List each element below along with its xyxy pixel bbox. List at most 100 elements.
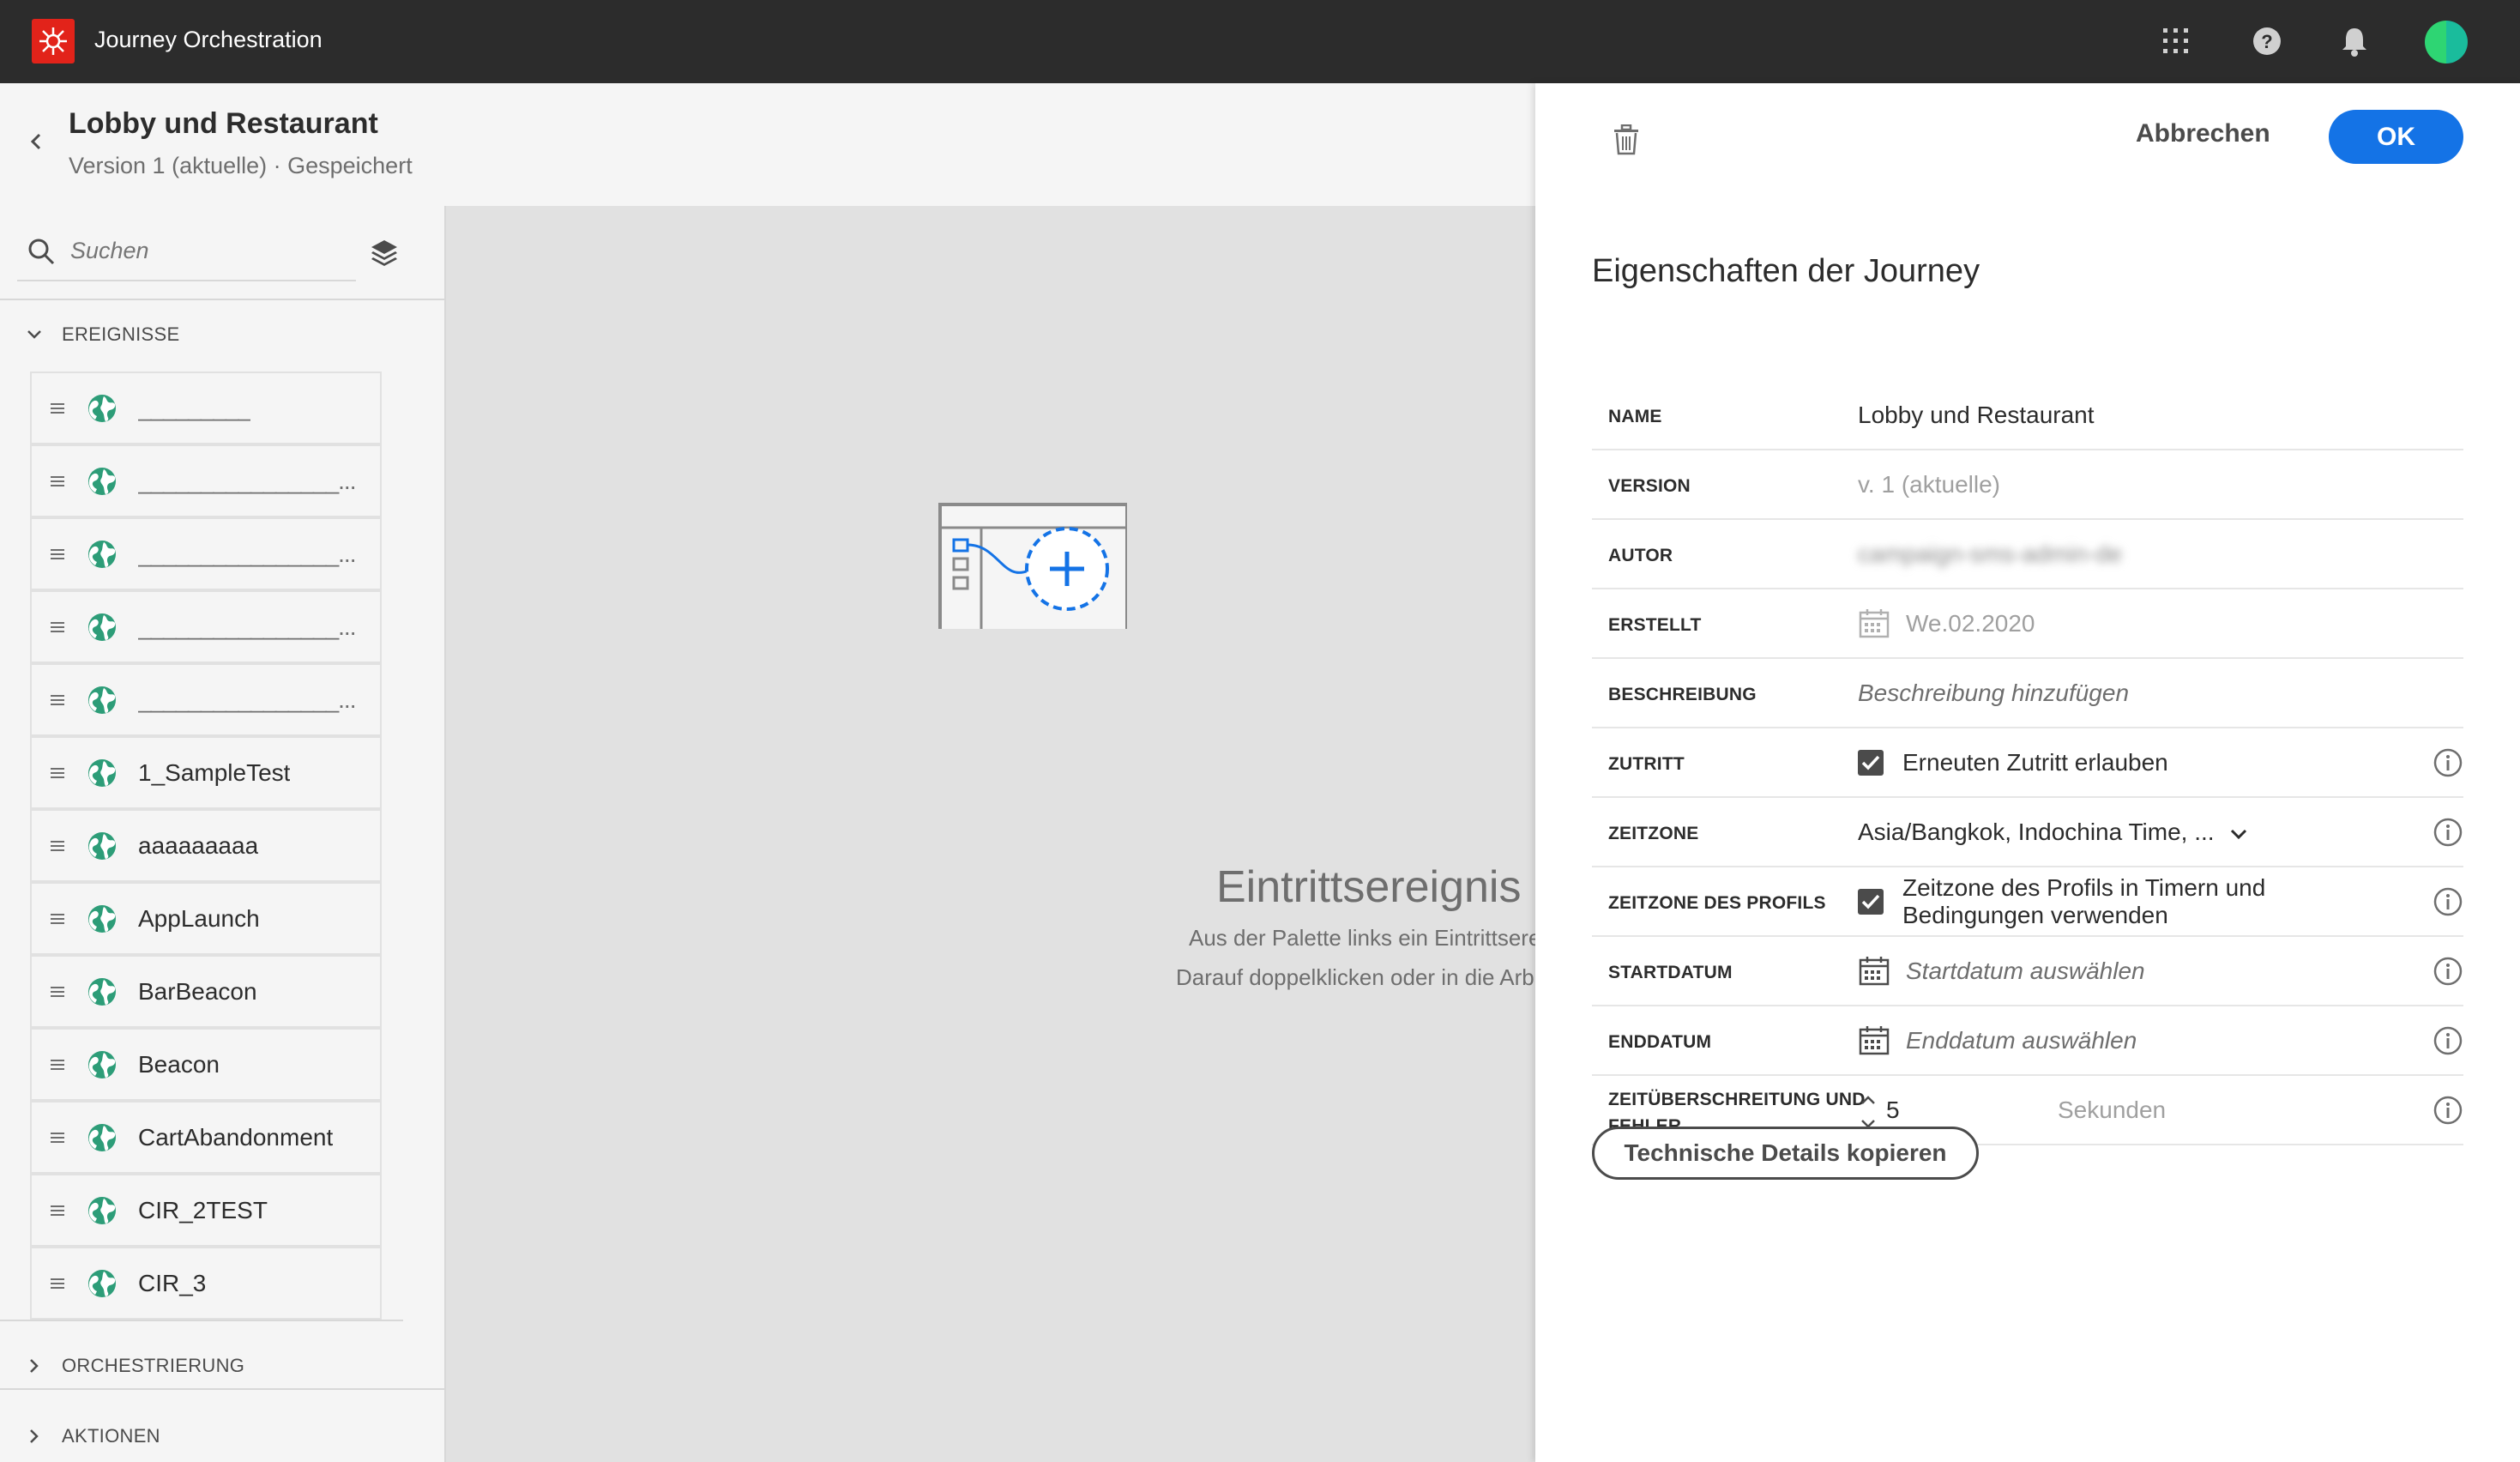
- copy-technical-details-button[interactable]: Technische Details kopieren: [1592, 1127, 1979, 1180]
- drag-handle-icon[interactable]: [51, 986, 64, 997]
- stepper-arrows-icon[interactable]: [1860, 1093, 1877, 1131]
- back-chevron-icon[interactable]: [26, 130, 48, 153]
- section-events-header[interactable]: EREIGNISSE: [26, 323, 179, 346]
- info-icon[interactable]: [2433, 956, 2463, 987]
- globe-icon: [88, 613, 116, 641]
- event-list-item[interactable]: CartAbandonment: [30, 1101, 382, 1174]
- info-icon[interactable]: [2433, 817, 2463, 848]
- start-date-field[interactable]: Startdatum auswählen: [1906, 958, 2145, 985]
- event-list-item[interactable]: ________________...: [30, 590, 382, 663]
- empty-canvas-illustration-icon: [938, 503, 1127, 629]
- event-list-item[interactable]: aaaaaaaaa: [30, 809, 382, 882]
- reentry-label: Erneuten Zutritt erlauben: [1902, 749, 2168, 776]
- cancel-button[interactable]: Abbrechen: [2136, 119, 2270, 148]
- palette-search-input[interactable]: [70, 233, 345, 268]
- event-label: BarBeacon: [138, 977, 257, 1005]
- event-list-item[interactable]: CIR_2TEST: [30, 1174, 382, 1247]
- drag-handle-icon[interactable]: [51, 1132, 64, 1143]
- section-events-label: EREIGNISSE: [62, 323, 180, 345]
- palette-divider: [0, 1320, 403, 1321]
- event-list-item[interactable]: BarBeacon: [30, 955, 382, 1028]
- property-label-line1: ZEITÜBERSCHREITUNG UND: [1608, 1090, 1866, 1109]
- drag-handle-icon[interactable]: [51, 1278, 64, 1289]
- notifications-bell-icon[interactable]: [2336, 23, 2372, 59]
- globe-icon: [88, 394, 116, 422]
- drag-handle-icon[interactable]: [51, 1205, 64, 1216]
- reentry-checkbox[interactable]: [1858, 750, 1884, 776]
- search-underline: [17, 280, 356, 281]
- globe-icon: [88, 758, 116, 787]
- drag-handle-icon[interactable]: [51, 767, 64, 778]
- apps-grid-icon[interactable]: [2158, 23, 2194, 59]
- drag-handle-icon[interactable]: [51, 694, 64, 705]
- palette-divider: [0, 1388, 446, 1390]
- drag-handle-icon[interactable]: [51, 475, 64, 486]
- drag-handle-icon[interactable]: [51, 1059, 64, 1070]
- panel-title: Eigenschaften der Journey: [1592, 253, 1980, 289]
- section-orchestration-header[interactable]: ORCHESTRIERUNG: [26, 1355, 244, 1377]
- chevron-right-icon: [30, 1359, 39, 1373]
- property-label: ZEITZONE DES PROFILS: [1608, 893, 1826, 913]
- author-value: campaign-sms-admin-de: [1858, 541, 2123, 567]
- timezone-select[interactable]: Asia/Bangkok, Indochina Time, ...: [1858, 819, 2215, 846]
- journey-title: Lobby und Restaurant: [69, 107, 378, 140]
- property-label: BESCHREIBUNG: [1608, 685, 1757, 704]
- globe-icon: [88, 904, 116, 933]
- event-list-item[interactable]: Beacon: [30, 1028, 382, 1101]
- chevron-down-icon[interactable]: [2228, 824, 2249, 844]
- journey-canvas[interactable]: [448, 206, 1535, 1462]
- canvas-empty-title: Eintrittsereignis: [1216, 862, 1522, 912]
- ok-button[interactable]: OK: [2329, 110, 2463, 164]
- globe-icon: [88, 1123, 116, 1151]
- event-label: ________________...: [138, 467, 356, 494]
- adobe-logo[interactable]: [32, 19, 75, 63]
- timeout-unit: Sekunden: [2058, 1096, 2167, 1123]
- help-icon[interactable]: ?: [2249, 23, 2285, 59]
- event-list-item[interactable]: AppLaunch: [30, 882, 382, 955]
- info-icon[interactable]: [2433, 886, 2463, 917]
- event-label: ________________...: [138, 540, 356, 567]
- timeout-value-input[interactable]: 5: [1886, 1096, 1900, 1124]
- event-list-item[interactable]: _________: [30, 372, 382, 444]
- canvas-empty-hint: Aus der Palette links ein Eintrittserei: [1189, 925, 1546, 951]
- calendar-icon[interactable]: [1858, 954, 1890, 987]
- property-row-end-date: ENDDATUM Enddatum auswählen: [1592, 1006, 2463, 1076]
- globe-icon: [88, 1050, 116, 1078]
- property-row-profile-timezone: ZEITZONE DES PROFILS Zeitzone des Profil…: [1592, 867, 2463, 937]
- profile-timezone-checkbox[interactable]: [1858, 889, 1884, 915]
- event-list-item[interactable]: ________________...: [30, 444, 382, 517]
- section-actions-header[interactable]: AKTIONEN: [26, 1425, 160, 1447]
- version-value: v. 1 (aktuelle): [1858, 471, 2000, 498]
- drag-handle-icon[interactable]: [51, 621, 64, 632]
- drag-handle-icon[interactable]: [51, 913, 64, 924]
- info-icon[interactable]: [2433, 1025, 2463, 1056]
- event-list-item[interactable]: CIR_3: [30, 1247, 382, 1320]
- globe-icon: [88, 686, 116, 714]
- event-label: CIR_2TEST: [138, 1196, 268, 1223]
- journey-header: Lobby und Restaurant Version 1 (aktuelle…: [0, 83, 1535, 206]
- chevron-down-icon: [27, 330, 41, 339]
- globe-icon: [88, 977, 116, 1006]
- drag-handle-icon[interactable]: [51, 548, 64, 559]
- drag-handle-icon[interactable]: [51, 402, 64, 414]
- calendar-icon[interactable]: [1858, 1024, 1890, 1056]
- description-field[interactable]: Beschreibung hinzufügen: [1858, 680, 2129, 707]
- end-date-field[interactable]: Enddatum auswählen: [1906, 1027, 2137, 1054]
- trash-icon[interactable]: [1613, 124, 1640, 155]
- user-avatar[interactable]: [2425, 21, 2468, 63]
- event-list-item[interactable]: 1_SampleTest: [30, 736, 382, 809]
- journey-properties-panel: Abbrechen OK Eigenschaften der Journey N…: [1535, 83, 2520, 1462]
- info-icon[interactable]: [2433, 747, 2463, 778]
- property-row-created: ERSTELLT We.02.2020: [1592, 589, 2463, 659]
- checkmark-icon: [1861, 894, 1880, 909]
- layers-icon[interactable]: [369, 237, 400, 268]
- drag-handle-icon[interactable]: [51, 840, 64, 851]
- info-icon[interactable]: [2433, 1095, 2463, 1126]
- event-list-item[interactable]: ________________...: [30, 517, 382, 590]
- event-label: 1_SampleTest: [138, 758, 291, 786]
- event-label: ________________...: [138, 686, 356, 713]
- event-list-item[interactable]: ________________...: [30, 663, 382, 736]
- app-logo-icon: [39, 27, 67, 55]
- journey-name-field[interactable]: Lobby und Restaurant: [1858, 402, 2095, 429]
- property-label: AUTOR: [1608, 546, 1673, 565]
